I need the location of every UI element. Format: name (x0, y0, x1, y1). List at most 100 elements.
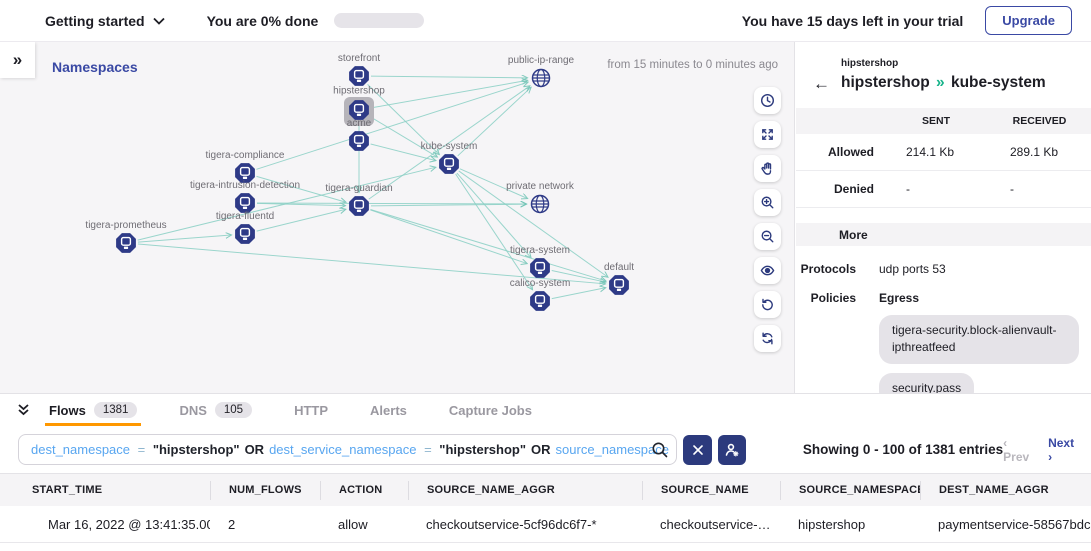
svg-text:tigera-compliance: tigera-compliance (206, 150, 285, 161)
graph-node-acme[interactable]: acme (347, 118, 372, 151)
flow-direction-icon: » (934, 74, 947, 91)
column-header-source_name[interactable]: SOURCE_NAME (642, 481, 780, 500)
title-source: hipstershop (841, 74, 930, 91)
query-token-op: = (673, 442, 678, 457)
history-clock-icon[interactable] (754, 87, 781, 114)
graph-node-default[interactable]: default (604, 262, 634, 295)
tab-count-badge: 1381 (94, 402, 138, 418)
tab-flows[interactable]: Flows1381 (45, 394, 141, 426)
pagination-summary: Showing 0 - 100 of 1381 entries (803, 442, 1003, 457)
title-dest: kube-system (951, 74, 1046, 91)
prev-page-button[interactable]: ‹ Prev (1003, 436, 1034, 464)
cell-source_namespace: hipstershop (780, 517, 920, 532)
panel-title: hipstershop » kube-system (841, 74, 1046, 92)
svg-text:public-ip-range: public-ip-range (508, 55, 575, 66)
column-header-source_namespace[interactable]: SOURCE_NAMESPACE (780, 481, 920, 500)
query-search-input[interactable]: dest_namespace = "hipstershop"ORdest_ser… (18, 434, 677, 465)
panel-eyebrow: hipstershop (841, 58, 898, 69)
tab-http[interactable]: HTTP (290, 394, 332, 426)
graph-node-tigera-compliance[interactable]: tigera-compliance (206, 150, 285, 183)
top-bar: Getting started You are 0% done You have… (0, 0, 1091, 42)
column-header-dest_name_aggr[interactable]: DEST_NAME_AGGR (920, 481, 1091, 500)
more-section-header: More (796, 223, 1091, 246)
undo-icon[interactable] (754, 291, 781, 318)
tab-bar: Flows1381 DNS 105 HTTP Alerts Capture Jobs (0, 394, 1091, 426)
query-token-field: dest_namespace (31, 442, 134, 457)
double-chevron-right-icon: » (13, 50, 22, 70)
graph-node-tigera-fluentd[interactable]: tigera-fluentd (216, 211, 274, 244)
back-arrow-icon[interactable]: ← (813, 75, 830, 92)
user-settings-button[interactable] (718, 435, 746, 465)
double-chevron-down-icon (16, 403, 31, 417)
clear-query-button[interactable] (683, 435, 711, 465)
flows-table: START_TIMENUM_FLOWSACTIONSOURCE_NAME_AGG… (0, 473, 1091, 543)
svg-text:tigera-fluentd: tigera-fluentd (216, 211, 274, 222)
cell-start_time: Mar 16, 2022 @ 13:41:35.000 (0, 517, 210, 532)
graph-title: Namespaces (52, 59, 138, 75)
query-token-value: "hipstershop" (149, 442, 239, 457)
visibility-eye-icon[interactable] (754, 257, 781, 284)
flows-section: Flows1381 DNS 105 HTTP Alerts Capture Jobs de… (0, 393, 1091, 551)
getting-started-label: Getting started (45, 13, 145, 29)
query-token-bool: OR (240, 442, 270, 457)
column-header-num_flows[interactable]: NUM_FLOWS (210, 481, 320, 500)
svg-text:private network: private network (506, 181, 575, 192)
policy-pill[interactable]: tigera-security.block-alienvault-ipthrea… (879, 315, 1079, 364)
edge-detail-panel: hipstershop ← hipstershop » kube-system … (796, 42, 1091, 393)
svg-text:storefront: storefront (338, 53, 380, 64)
search-row: dest_namespace = "hipstershop"ORdest_ser… (0, 426, 1091, 473)
tab-capture-jobs[interactable]: Capture Jobs (445, 394, 536, 426)
next-page-button[interactable]: Next › (1048, 436, 1079, 464)
table-row[interactable]: Mar 16, 2022 @ 13:41:35.0002allowcheckou… (0, 506, 1091, 543)
zoom-in-icon[interactable] (754, 189, 781, 216)
svg-text:calico-system: calico-system (510, 278, 571, 289)
cell-source_name: checkoutservice-… (642, 517, 780, 532)
graph-node-storefront[interactable]: storefront (338, 53, 380, 86)
pan-hand-icon[interactable] (754, 155, 781, 182)
col-received: RECEIVED (988, 115, 1091, 127)
fit-screen-icon[interactable] (754, 121, 781, 148)
progress-label: You are 0% done (207, 13, 319, 29)
namespace-graph-canvas[interactable]: storefront public-ip-range hipstershop a… (0, 42, 795, 393)
graph-node-tigera-intrusion-detection[interactable]: tigera-intrusion-detection (190, 180, 300, 213)
refresh-icon[interactable] (754, 325, 781, 352)
cell-num_flows: 2 (210, 517, 320, 532)
tab-label: HTTP (294, 403, 328, 418)
query-token-value: "hipstershop" (436, 442, 526, 457)
egress-label: Egress (879, 291, 1091, 305)
graph-node-calico-system[interactable]: calico-system (510, 278, 571, 311)
chevron-down-icon (153, 17, 165, 25)
time-range-label: from 15 minutes to 0 minutes ago (607, 59, 778, 71)
progress-bar (334, 13, 424, 28)
tab-alerts[interactable]: Alerts (366, 394, 411, 426)
query-token-op: = (134, 442, 150, 457)
svg-text:kube-system: kube-system (421, 141, 478, 152)
graph-toolbar (754, 87, 781, 352)
column-header-start_time[interactable]: START_TIME (0, 481, 210, 500)
search-icon[interactable] (651, 441, 669, 462)
collapse-tabs-button[interactable] (16, 403, 42, 417)
protocols-row: Protocols udp ports 53 (796, 262, 1091, 276)
column-header-source_name_aggr[interactable]: SOURCE_NAME_AGGR (408, 481, 642, 500)
cell-source_name_aggr: checkoutservice-5cf96dc6f7-* (408, 517, 642, 532)
policy-pill[interactable]: security.pass (879, 373, 974, 393)
svg-text:acme: acme (347, 118, 372, 129)
tab-label: DNS (179, 403, 206, 418)
person-gear-icon (724, 442, 740, 458)
column-header-action[interactable]: ACTION (320, 481, 408, 500)
close-icon (692, 444, 704, 456)
zoom-out-icon[interactable] (754, 223, 781, 250)
cell-action: allow (320, 517, 408, 532)
trial-days-text: You have 15 days left in your trial (742, 13, 963, 29)
tab-dns[interactable]: DNS 105 (175, 394, 256, 426)
query-token-op: = (420, 442, 436, 457)
tab-count-badge: 105 (215, 402, 252, 418)
graph-node-private-network[interactable]: private network (506, 181, 575, 213)
sidebar-expand-button[interactable]: » (0, 42, 35, 78)
getting-started-menu[interactable]: Getting started (45, 13, 165, 29)
upgrade-button[interactable]: Upgrade (985, 6, 1072, 35)
traffic-stats-table: SENT RECEIVED Allowed 214.1 Kb 289.1 Kb … (796, 108, 1091, 208)
svg-text:tigera-prometheus: tigera-prometheus (85, 220, 166, 231)
cell-dest_name_aggr: paymentservice-58567bdc (920, 517, 1091, 532)
allowed-row: Allowed 214.1 Kb 289.1 Kb (796, 134, 1091, 171)
